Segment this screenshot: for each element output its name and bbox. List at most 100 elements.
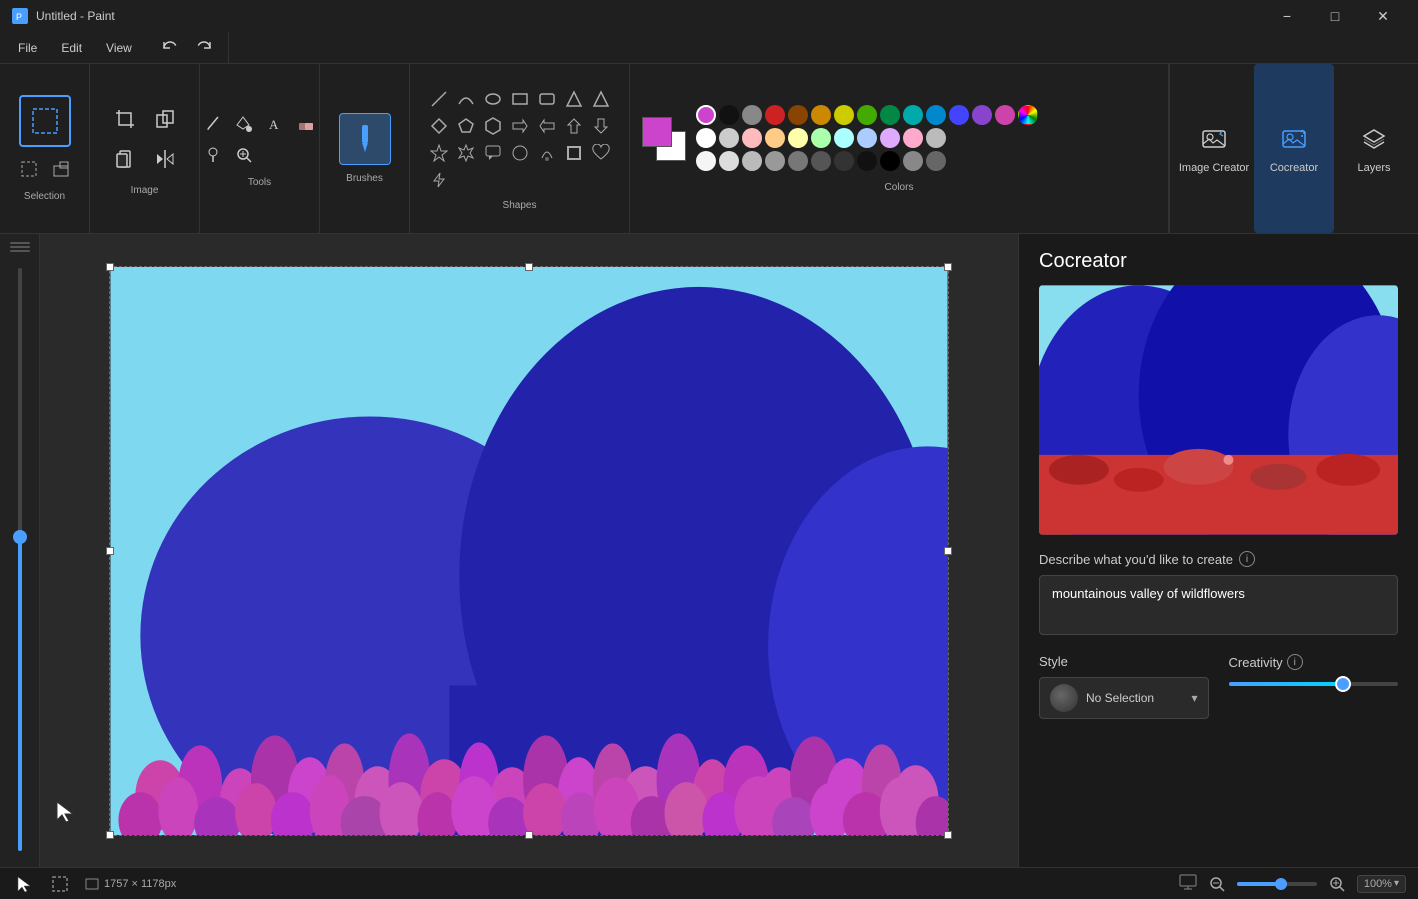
shape-arrow-left[interactable] (535, 114, 559, 138)
redo-button[interactable] (188, 32, 220, 64)
color-swatch[interactable] (811, 105, 831, 125)
color-swatch[interactable] (926, 151, 946, 171)
color-swatch[interactable] (742, 128, 762, 148)
color-swatch[interactable] (811, 151, 831, 171)
color-swatch[interactable] (926, 105, 946, 125)
selection-sub-2[interactable] (47, 155, 75, 183)
color-swatch[interactable] (834, 105, 854, 125)
undo-button[interactable] (154, 32, 186, 64)
shape-rect[interactable] (508, 87, 532, 111)
color-swatch[interactable] (903, 105, 923, 125)
color-swatch[interactable] (788, 128, 808, 148)
color-swatch[interactable] (903, 128, 923, 148)
selection-sub-1[interactable] (15, 155, 43, 183)
handle-top-right[interactable] (944, 263, 952, 271)
color-swatch[interactable] (788, 151, 808, 171)
zoom-slider-horizontal[interactable] (1237, 882, 1317, 886)
color-swatch[interactable] (926, 128, 946, 148)
handle-top-center[interactable] (525, 263, 533, 271)
image-flip-button[interactable] (147, 141, 183, 177)
prompt-info-icon[interactable]: i (1239, 551, 1255, 567)
handle-mid-right[interactable] (944, 547, 952, 555)
cocreator-button[interactable]: Cocreator (1254, 64, 1334, 233)
handle-bottom-center[interactable] (525, 831, 533, 839)
shape-curve[interactable] (454, 87, 478, 111)
color-swatch[interactable] (742, 105, 762, 125)
color-swatch[interactable] (880, 128, 900, 148)
image-resize-button[interactable] (147, 101, 183, 137)
color-swatch[interactable] (811, 128, 831, 148)
shape-outline[interactable] (562, 141, 586, 165)
color-swatch[interactable] (719, 128, 739, 148)
color-swatch-rainbow[interactable] (1018, 105, 1038, 125)
color-swatch[interactable] (719, 151, 739, 171)
color-swatch[interactable] (765, 128, 785, 148)
shape-arrow-up[interactable] (562, 114, 586, 138)
color-swatch[interactable] (834, 151, 854, 171)
handle-bottom-left[interactable] (106, 831, 114, 839)
color-swatch[interactable] (765, 105, 785, 125)
selection-tool-button[interactable] (19, 95, 71, 147)
shape-diamond[interactable] (427, 114, 451, 138)
shape-lightning[interactable] (427, 168, 451, 192)
zoom-out-button[interactable] (1205, 872, 1229, 896)
panel-prompt-input[interactable]: mountainous valley of wildflowers (1039, 575, 1398, 635)
fill-tool[interactable] (230, 110, 258, 138)
color-swatch[interactable] (834, 128, 854, 148)
color-swatch[interactable] (880, 151, 900, 171)
foreground-color-box[interactable] (642, 117, 672, 147)
image-paste-button[interactable] (107, 141, 143, 177)
zoom-slider-vertical[interactable] (0, 234, 40, 867)
creativity-info-icon[interactable]: i (1287, 654, 1303, 670)
shape-callout[interactable] (481, 141, 505, 165)
zoom-tool[interactable] (230, 141, 258, 169)
color-swatch[interactable] (857, 128, 877, 148)
color-swatch[interactable] (949, 105, 969, 125)
image-crop-button[interactable] (107, 101, 143, 137)
shape-triangle2[interactable] (589, 87, 613, 111)
color-swatch[interactable] (696, 128, 716, 148)
handle-top-left[interactable] (106, 263, 114, 271)
color-swatch[interactable] (696, 105, 716, 125)
layers-button[interactable]: Layers (1334, 64, 1414, 233)
shape-star6[interactable] (454, 141, 478, 165)
maximize-button[interactable]: □ (1312, 0, 1358, 32)
creativity-slider-track[interactable] (1229, 682, 1399, 686)
handle-bottom-right[interactable] (944, 831, 952, 839)
eraser-tool[interactable] (292, 110, 320, 138)
shape-triangle[interactable] (562, 87, 586, 111)
marquee-tool-status[interactable] (48, 872, 72, 896)
shape-heart[interactable] (589, 141, 613, 165)
color-swatch[interactable] (765, 151, 785, 171)
shape-oval[interactable] (481, 87, 505, 111)
canvas-area[interactable] (0, 234, 1018, 867)
brush-main-button[interactable] (339, 113, 391, 165)
color-swatch[interactable] (995, 105, 1015, 125)
arrow-tool-status[interactable] (12, 872, 36, 896)
shape-star[interactable] (427, 141, 451, 165)
color-picker-tool[interactable] (199, 141, 227, 169)
pencil-tool[interactable] (199, 110, 227, 138)
zoom-slider-handle[interactable] (1275, 878, 1287, 890)
color-swatch[interactable] (857, 105, 877, 125)
zoom-in-button[interactable] (1325, 872, 1349, 896)
shape-arrow-right[interactable] (508, 114, 532, 138)
shape-line[interactable] (427, 87, 451, 111)
menu-edit[interactable]: Edit (51, 37, 92, 59)
image-creator-button[interactable]: Image Creator (1174, 64, 1254, 233)
v-slider-track[interactable] (18, 268, 22, 851)
minimize-button[interactable]: − (1264, 0, 1310, 32)
shape-rounded[interactable] (508, 141, 532, 165)
menu-view[interactable]: View (96, 37, 142, 59)
handle-mid-left[interactable] (106, 547, 114, 555)
shape-pentagon[interactable] (454, 114, 478, 138)
color-swatch[interactable] (742, 151, 762, 171)
style-select-dropdown[interactable]: No Selection ▾ (1039, 677, 1209, 719)
close-button[interactable]: ✕ (1360, 0, 1406, 32)
shape-hexagon[interactable] (481, 114, 505, 138)
color-swatch[interactable] (788, 105, 808, 125)
creativity-slider[interactable] (1229, 682, 1399, 686)
creativity-slider-handle[interactable] (1335, 676, 1351, 692)
text-tool[interactable]: A (261, 110, 289, 138)
color-swatch[interactable] (903, 151, 923, 171)
